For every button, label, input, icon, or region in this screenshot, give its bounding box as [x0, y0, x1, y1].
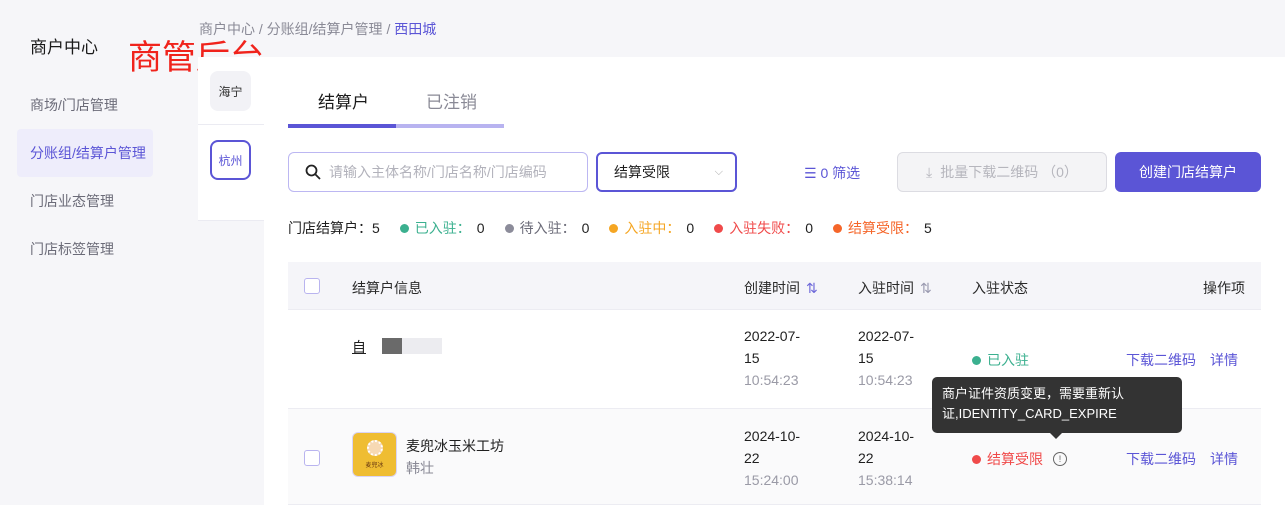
stat-label: 待入驻： [519, 220, 576, 236]
tab-indicator [288, 124, 396, 128]
sidebar-item-mall[interactable]: 商场/门店管理 [17, 81, 153, 129]
sidebar-item-settlement[interactable]: 分账组/结算户管理 [17, 129, 153, 177]
filter-label: 0 筛选 [820, 165, 861, 181]
stat-label: 已入驻： [414, 220, 471, 236]
status-badge: 结算受限! [972, 449, 1067, 469]
breadcrumb-sep: / [258, 21, 263, 37]
stat-value: 0 [805, 220, 813, 236]
account-name[interactable]: 麦兜冰玉米工坊 [406, 436, 504, 456]
breadcrumb-item[interactable]: 商户中心 [199, 21, 255, 37]
settled-time: 2022-07- 15 10:54:23 [858, 328, 915, 388]
status-dot [609, 223, 619, 233]
stat-in-progress: 入驻中： 0 [609, 218, 694, 238]
tab-track [396, 124, 504, 128]
sort-icon[interactable]: ⇅ [920, 280, 932, 296]
filter-icon: ☰ [804, 165, 817, 181]
sort-icon[interactable]: ⇅ [806, 280, 818, 296]
search-icon [305, 164, 321, 180]
stat-restricted: 结算受限： 5 [832, 218, 932, 238]
filter-button[interactable]: ☰ 0 筛选 [804, 163, 860, 183]
status-dot [504, 223, 514, 233]
account-name: 自 [352, 339, 366, 355]
sidebar-title: 商户中心 [30, 38, 98, 57]
sidebar-item-business-type[interactable]: 门店业态管理 [17, 177, 153, 225]
status-dot [832, 223, 842, 233]
header-settled-label: 入驻时间 [858, 280, 914, 296]
stat-label: 入驻失败： [729, 220, 800, 236]
stat-label: 门店结算户： [288, 220, 372, 236]
stat-settled: 已入驻： 0 [399, 218, 485, 238]
logo-face-icon [366, 440, 383, 456]
breadcrumb-sep: / [386, 21, 391, 37]
stat-pending: 待入驻： 0 [504, 218, 590, 238]
status-label: 结算受限 [987, 451, 1043, 467]
status-dot [972, 355, 981, 365]
header-created-label: 创建时间 [744, 280, 800, 296]
status-dot [399, 223, 409, 233]
download-qr-link[interactable]: 下载二维码 [1126, 449, 1196, 469]
settled-time: 2024-10- 22 15:38:14 [858, 428, 915, 488]
header-actions: 操作项 [1203, 280, 1245, 296]
status-select[interactable]: 结算受限 ⌵ [596, 152, 737, 192]
status-dot [972, 454, 981, 464]
select-all-checkbox[interactable] [304, 278, 320, 294]
header-info: 结算户信息 [352, 280, 422, 296]
stat-label: 入驻中： [624, 220, 681, 236]
status-badge: 已入驻 [972, 350, 1029, 370]
sidebar-item-tags[interactable]: 门店标签管理 [17, 225, 153, 273]
stats-bar: 门店结算户： 5 已入驻： 0 待入驻： 0 入驻中： 0 入驻失败： 0 结算受限： 5 [288, 218, 932, 238]
stat-value: 0 [581, 220, 590, 236]
breadcrumb: 商户中心 / 分账组/结算户管理 / 西田城 [199, 19, 436, 39]
status-label: 已入驻 [987, 352, 1029, 368]
account-sub: 韩壮 [406, 460, 434, 476]
header-created[interactable]: 创建时间 ⇅ [744, 278, 818, 298]
stat-failed: 入驻失败： 0 [714, 218, 813, 238]
batch-download-button[interactable]: ⤓ 批量下载二维码 （0） [897, 152, 1107, 192]
detail-link[interactable]: 详情 [1210, 449, 1238, 469]
stat-value: 5 [372, 220, 380, 236]
stat-total: 门店结算户： 5 [288, 218, 380, 238]
logo-text: 麦兜冰 [365, 463, 384, 469]
stat-label: 结算受限： [847, 220, 918, 236]
redacted-block [382, 338, 402, 354]
batch-download-label: 批量下载二维码 （0） [940, 164, 1078, 180]
breadcrumb-item[interactable]: 分账组/结算户管理 [267, 21, 383, 37]
breadcrumb-current: 西田城 [394, 21, 437, 37]
tab-settlement[interactable]: 结算户 [318, 88, 369, 113]
stat-value: 0 [686, 220, 695, 236]
search-input[interactable]: 请输入主体名称/门店名称/门店编码 [288, 152, 588, 192]
search-placeholder: 请输入主体名称/门店名称/门店编码 [329, 164, 547, 180]
stat-value: 5 [923, 220, 932, 236]
header-status: 入驻状态 [972, 280, 1028, 296]
create-account-button[interactable]: 创建门店结算户 [1115, 152, 1261, 192]
store-logo: 麦兜冰 [352, 432, 397, 477]
city-haining[interactable]: 海宁 [210, 71, 251, 111]
detail-link[interactable]: 详情 [1210, 350, 1238, 370]
created-time: 2022-07- 15 10:54:23 [744, 328, 801, 388]
info-icon[interactable]: ! [1053, 452, 1067, 466]
stat-value: 0 [476, 220, 485, 236]
chevron-down-icon: ⌵ [714, 165, 723, 178]
status-tooltip: 商户证件资质变更，需要重新认证,IDENTITY_CARD_EXPIRE [932, 377, 1182, 439]
tab-cancelled[interactable]: 已注销 [426, 88, 477, 113]
header-settled[interactable]: 入驻时间 ⇅ [858, 278, 932, 298]
status-dot [714, 223, 724, 233]
redacted-block [402, 338, 442, 354]
download-icon: ⤓ [926, 163, 933, 180]
row-checkbox[interactable] [304, 450, 320, 466]
city-hangzhou[interactable]: 杭州 [210, 140, 251, 180]
status-select-value: 结算受限 [614, 164, 670, 180]
created-time: 2024-10- 22 15:24:00 [744, 428, 801, 488]
download-qr-link[interactable]: 下载二维码 [1126, 350, 1196, 370]
